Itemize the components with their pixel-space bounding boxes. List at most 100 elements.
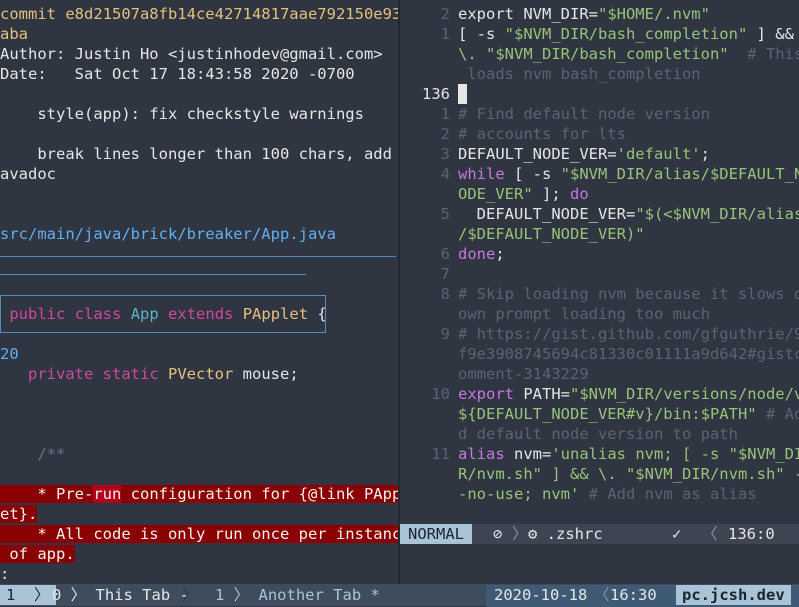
line-number: 4 [440,165,450,183]
code-token: ; [495,245,505,263]
field-line: private static PVector mouse; [0,364,398,384]
tmux-session[interactable]: 1 〉 [0,585,56,605]
check-icon: ✓ [672,525,682,543]
commit-subject: style(app): fix checkstyle warnings [0,104,398,124]
code-token: DEFAULT_NODE_VER= [458,205,636,223]
code-token: ${DEFAULT_NODE_VER#v}/bin:$PATH" [458,405,757,423]
file-name: ⚙ .zshrc [528,525,603,543]
code-line[interactable]: own prompt loading too much [400,304,799,324]
code-line[interactable]: ${DEFAULT_NODE_VER#v}/bin:$PATH" # Ad [400,404,799,424]
commit-line: commit e8d21507a8fb14ce42714817aae792150… [0,4,398,24]
code-token: DEFAULT_NODE_VER= [458,145,617,163]
code-line[interactable]: loads nvm bash_completion [400,64,799,84]
pager-prompt[interactable]: : [0,564,398,584]
code-line[interactable]: 4 while [ -s "$NVM_DIR/alias/$DEFAULT_N [400,164,799,184]
deleted-line-1: * Pre-run configuration for {@link PAppl [0,484,398,504]
tmux-time: 16:30 [610,586,657,604]
deleted-text-4: of app. [0,545,75,563]
code-line[interactable]: -no-use; nvm' # Add nvm as alias [400,484,799,504]
vim-statusline: NORMAL ⊘ 〉 ⚙ .zshrc ✓ 〈 136:0 [400,524,799,544]
commit-hash: commit e8d21507a8fb14ce42714817aae792150… [0,5,398,23]
code-token: loads nvm bash_completion [458,65,701,83]
tmux-window-0[interactable]: 0 〉 This Tab - [52,585,189,605]
code-line[interactable]: 2 export NVM_DIR="$HOME/.nvm" [400,4,799,24]
code-token: -no-use; nvm' [458,485,580,503]
code-line[interactable]: ODE_VER" ]; do [400,184,799,204]
author-text: Author: Justin Ho <justinhodev@gmail.com… [0,45,383,63]
code-line[interactable]: 3 DEFAULT_NODE_VER='default'; [400,144,799,164]
code-line[interactable]: d default node version to path [400,424,799,444]
line-number: 6 [440,245,450,263]
code-token: 'unalias nvm; [ -s "$NVM_DI [551,445,799,463]
code-token: export NVM_DIR= [458,5,598,23]
code-line[interactable]: 2 # accounts for lts [400,124,799,144]
diff-rule-bottom [0,274,306,275]
code-token: \. "$NVM_DIR/bash_completion" [458,45,729,63]
body-text-1: break lines longer than 100 chars, add j [0,145,398,163]
line-number: 136 [422,85,450,103]
code-line[interactable]: 136 [400,84,799,104]
code-line[interactable]: \. "$NVM_DIR/bash_completion" # This [400,44,799,64]
cursor-block [458,84,467,104]
parent-class: PApplet [242,305,309,323]
code-line[interactable]: 6 done; [400,244,799,264]
kw-extends: extends [168,305,234,323]
deleted-line-3: * All code is only run once per instance [0,524,398,544]
line-number: 9 [440,325,450,343]
line-number: 2 [440,5,450,23]
line-number: 1 [440,105,450,123]
tmux-date: 2020-10-18 [494,586,588,604]
cursor-position: 136:0 [728,525,775,543]
brace: { [308,305,327,323]
code-token: alias [458,445,505,463]
kw-private: private [28,365,94,383]
code-line[interactable]: f9e3908745694c81330c01111a9d642#gistc [400,344,799,364]
code-token: # This [728,45,799,63]
code-token: export [458,385,514,403]
line-number: 2 [440,125,450,143]
code-line[interactable]: 11 alias nvm='unalias nvm; [ -s "$NVM_DI [400,444,799,464]
author-line: Author: Justin Ho <justinhodev@gmail.com… [0,44,398,64]
code-token: done [458,245,496,263]
code-line[interactable]: 9 # https://gist.github.com/gfguthrie/9 [400,324,799,344]
vim-editor-pane[interactable]: 2 export NVM_DIR="$HOME/.nvm" 1 [ -s "$NVM_… [400,0,799,584]
tmux-window-1[interactable]: 1 〉 Another Tab * [215,585,380,605]
code-token: nvm= [504,445,552,463]
code-token: # Ad [756,405,799,423]
code-line[interactable]: 7 [400,264,799,284]
code-line[interactable]: 5 DEFAULT_NODE_VER="$(<$NVM_DIR/alias [400,204,799,224]
tmux-statusbar: 1 〉 0 〉 This Tab - 〉 1 〉 Another Tab * 2… [0,584,799,607]
code-token: [ -s [504,165,561,183]
code-line[interactable]: 1 [ -s "$NVM_DIR/bash_completion" ] && [400,24,799,44]
code-line[interactable]: 8 # Skip loading nvm because it slows d [400,284,799,304]
code-token: # Add nvm as alias [579,485,757,503]
pager-prompt-text[interactable]: : [0,565,9,583]
code-token: ]; [532,185,570,203]
code-token: "$HOME/.nvm" [597,5,710,23]
git-log-pane[interactable]: commit e8d21507a8fb14ce42714817aae792150… [0,0,398,584]
code-line[interactable]: R/nvm.sh" ] && \. "$NVM_DIR/nvm.sh" - [400,464,799,484]
code-line[interactable]: omment-3143229 [400,364,799,384]
code-token: "$NVM_DIR/versions/node/v [570,385,799,403]
code-line[interactable]: /$DEFAULT_NODE_VER)" [400,224,799,244]
deleted-text-2: et}. [0,505,38,523]
code-line[interactable]: 1 # Find default node version [400,104,799,124]
tmux-sep-icon: 〈 [594,586,610,604]
line-number: 10 [431,385,450,403]
kw-public: public [9,305,66,323]
code-token: while [458,165,505,183]
code-token: 'default' [616,145,701,163]
code-token: /$DEFAULT_NODE_VER)" [458,225,645,243]
kw-static: static [102,365,159,383]
commit-hash-wrap: aba [0,25,28,43]
date-line: Date: Sat Oct 17 18:43:58 2020 -0700 [0,64,398,84]
kw-class: class [74,305,122,323]
code-line[interactable]: 10 export PATH="$NVM_DIR/versions/node/v [400,384,799,404]
line-number: 11 [431,445,450,463]
code-token: ODE_VER" [458,185,533,203]
code-token: [ -s [458,25,505,43]
mode-indicator: NORMAL [400,524,472,544]
field-name: mouse; [233,365,299,383]
code-token: # Skip loading nvm because it slows d [458,285,799,303]
deleted-text-1c: configuration for {@link PAppl [121,485,398,503]
